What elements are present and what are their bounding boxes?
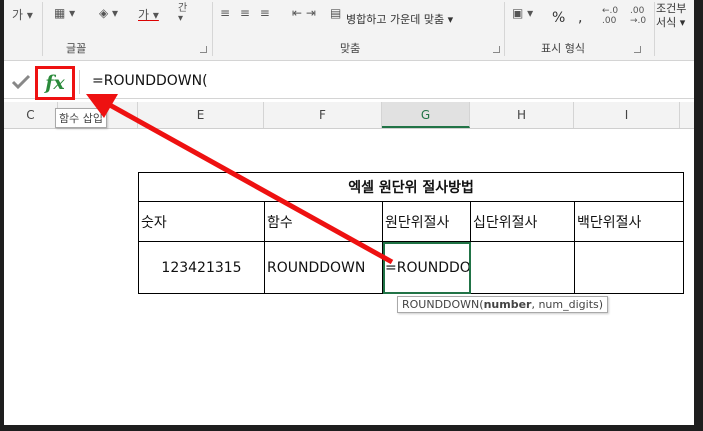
annotation-arrow xyxy=(86,94,394,265)
excel-window: 가 ▾ ▦ ▾ ◈ ▾ 가 ▾ 간 ▾ ≡ ≡ ≡ ⇤ ⇥ ▤ 병합하고 가운데 … xyxy=(4,0,694,425)
